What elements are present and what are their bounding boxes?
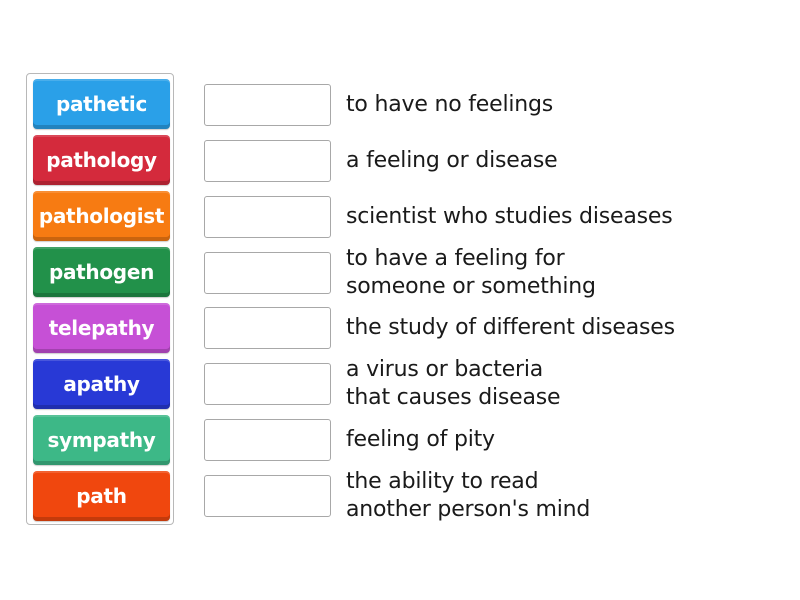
- definition-text: the study of different diseases: [346, 315, 675, 340]
- definition-row: a virus or bacteria that causes disease: [204, 357, 561, 410]
- definition-row: to have a feeling for someone or somethi…: [204, 246, 596, 299]
- definition-text: feeling of pity: [346, 427, 495, 452]
- definition-text: to have a feeling for someone or somethi…: [346, 246, 596, 299]
- word-tile-path[interactable]: path: [33, 471, 170, 521]
- drop-slot[interactable]: [204, 419, 331, 461]
- definition-text: a virus or bacteria that causes disease: [346, 357, 561, 410]
- word-tile-tray: pathetic pathology pathologist pathogen …: [26, 73, 174, 525]
- word-tile-pathogen[interactable]: pathogen: [33, 247, 170, 297]
- definition-text: scientist who studies diseases: [346, 204, 673, 229]
- drop-slot[interactable]: [204, 307, 331, 349]
- word-tile-apathy[interactable]: apathy: [33, 359, 170, 409]
- definition-row: to have no feelings: [204, 84, 553, 126]
- definition-text: to have no feelings: [346, 92, 554, 117]
- definition-row: the study of different diseases: [204, 307, 675, 349]
- word-tile-sympathy[interactable]: sympathy: [33, 415, 170, 465]
- definition-row: a feeling or disease: [204, 140, 558, 182]
- word-tile-pathetic[interactable]: pathetic: [33, 79, 170, 129]
- word-tile-telepathy[interactable]: telepathy: [33, 303, 170, 353]
- drop-slot[interactable]: [204, 140, 331, 182]
- word-tile-pathology[interactable]: pathology: [33, 135, 170, 185]
- drop-slot[interactable]: [204, 475, 331, 517]
- definition-text: a feeling or disease: [346, 148, 558, 173]
- definition-text: the ability to read another person's min…: [346, 469, 591, 522]
- drop-slot[interactable]: [204, 252, 331, 294]
- drop-slot[interactable]: [204, 363, 331, 405]
- definition-row: scientist who studies diseases: [204, 196, 673, 238]
- definition-row: the ability to read another person's min…: [204, 469, 590, 522]
- drop-slot[interactable]: [204, 84, 331, 126]
- word-tile-pathologist[interactable]: pathologist: [33, 191, 170, 241]
- drop-slot[interactable]: [204, 196, 331, 238]
- definition-row: feeling of pity: [204, 419, 495, 461]
